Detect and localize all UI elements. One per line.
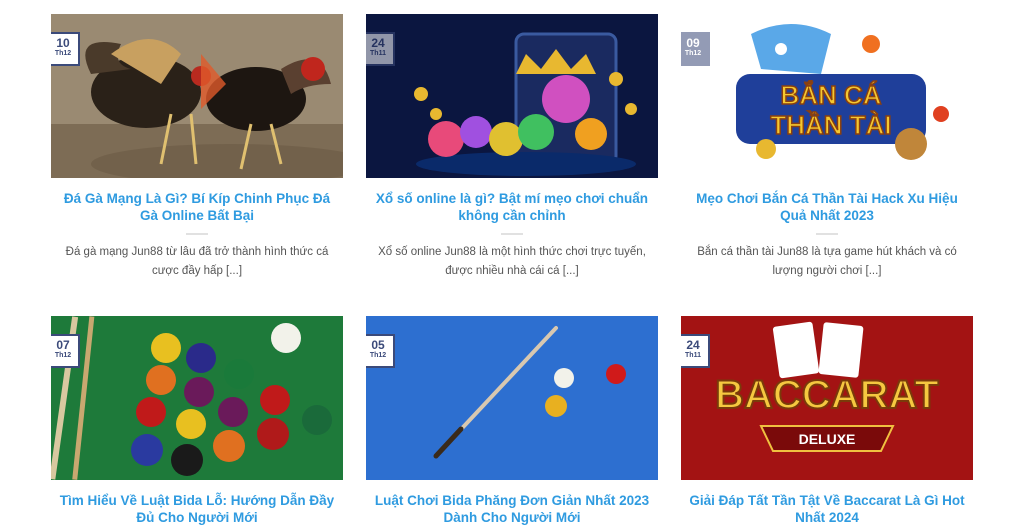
date-month: Th12: [54, 352, 72, 359]
baccarat-logo-text: BACCARAT: [715, 373, 939, 417]
lottery-image: [366, 14, 658, 178]
billiard-balls-image: [51, 316, 343, 480]
post-card: 07 Th12 Tìm Hiểu Về Luật Bida Lỗ: Hướng …: [51, 316, 343, 526]
post-thumbnail-lottery[interactable]: 24 Th11: [366, 14, 658, 178]
post-title-link[interactable]: Luật Chơi Bida Phăng Đơn Giản Nhất 2023 …: [374, 492, 650, 526]
post-title-link[interactable]: Xổ số online là gì? Bật mí mẹo chơi chuẩ…: [374, 190, 650, 224]
post-thumbnail-baccarat[interactable]: BACCARAT DELUXE 24 Th11: [681, 316, 973, 480]
date-badge: 10 Th12: [51, 32, 80, 66]
date-day: 24: [371, 36, 385, 50]
post-excerpt: Đá gà mạng Jun88 từ lâu đã trở thành hìn…: [65, 246, 329, 277]
post-thumbnail-billiard-balls[interactable]: 07 Th12: [51, 316, 343, 480]
date-month: Th12: [684, 50, 702, 57]
date-badge: 24 Th11: [681, 334, 710, 368]
date-badge: 24 Th11: [366, 32, 395, 66]
post-excerpt: Xổ số online Jun88 là một hình thức chơi…: [378, 246, 646, 277]
date-day: 05: [371, 338, 385, 352]
baccarat-deluxe-text: DELUXE: [799, 431, 856, 447]
ban-ca-than-tai-image: BẮN CÁ THẦN TÀI: [681, 14, 973, 178]
post-title-link[interactable]: Đá Gà Mạng Là Gì? Bí Kíp Chinh Phục Đá G…: [59, 190, 335, 224]
post-card: BACCARAT DELUXE 24 Th11 Giải Đáp Tất Tần…: [681, 316, 973, 526]
date-badge: 09 Th12: [681, 32, 710, 66]
date-month: Th12: [54, 50, 72, 57]
date-day: 09: [686, 36, 700, 50]
date-month: Th11: [685, 352, 701, 359]
post-thumbnail-rooster[interactable]: 10 Th12: [51, 14, 343, 178]
date-day: 10: [56, 36, 70, 50]
title-divider: [501, 233, 523, 235]
post-excerpt: Bắn cá thần tài Jun88 là tựa game hút kh…: [697, 246, 957, 277]
post-card: 10 Th12 Đá Gà Mạng Là Gì? Bí Kíp Chinh P…: [51, 14, 343, 281]
post-title-link[interactable]: Mẹo Chơi Bắn Cá Thần Tài Hack Xu Hiệu Qu…: [689, 190, 965, 224]
rooster-fight-image: [51, 14, 343, 178]
date-badge: 07 Th12: [51, 334, 80, 368]
date-month: Th11: [370, 50, 386, 57]
post-grid: 10 Th12 Đá Gà Mạng Là Gì? Bí Kíp Chinh P…: [0, 0, 1024, 525]
ban-ca-logo-line2: THẦN TÀI: [770, 110, 891, 140]
post-card: 24 Th11 Xổ số online là gì? Bật mí mẹo c…: [366, 14, 658, 281]
post-thumbnail-ban-ca[interactable]: BẮN CÁ THẦN TÀI 09 Th12: [681, 14, 973, 178]
billiard-cue-image: [366, 316, 658, 480]
date-day: 24: [686, 338, 700, 352]
post-title-link[interactable]: Giải Đáp Tất Tần Tật Về Baccarat Là Gì H…: [689, 492, 965, 526]
title-divider: [816, 233, 838, 235]
post-thumbnail-billiard-cue[interactable]: 05 Th12: [366, 316, 658, 480]
title-divider: [186, 233, 208, 235]
post-title-link[interactable]: Tìm Hiểu Về Luật Bida Lỗ: Hướng Dẫn Đầy …: [59, 492, 335, 526]
post-card: BẮN CÁ THẦN TÀI 09 Th12 Mẹo Chơi Bắn Cá …: [681, 14, 973, 281]
baccarat-deluxe-image: BACCARAT DELUXE: [681, 316, 973, 480]
date-badge: 05 Th12: [366, 334, 395, 368]
post-card: 05 Th12 Luật Chơi Bida Phăng Đơn Giản Nh…: [366, 316, 658, 526]
date-month: Th12: [369, 352, 387, 359]
date-day: 07: [56, 338, 70, 352]
ban-ca-logo-line1: BẮN CÁ: [780, 80, 881, 110]
